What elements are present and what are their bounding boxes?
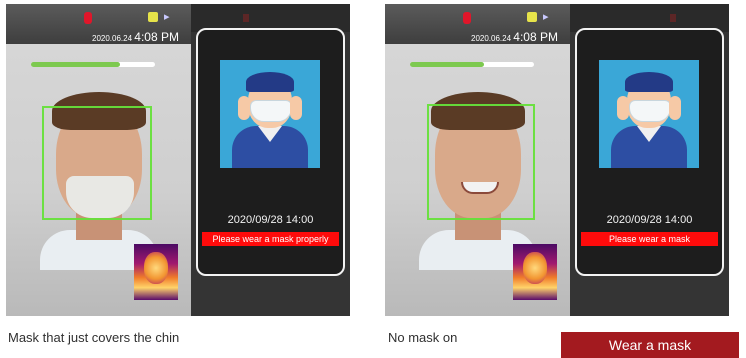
camera-view: ▸ 2020.06.24 4:08 PM — [385, 4, 570, 316]
mask-illustration — [220, 60, 320, 168]
illus-mask — [629, 100, 671, 122]
status-date: 2020.06.24 — [471, 34, 512, 43]
progress-fill — [31, 62, 121, 67]
face-detection-box — [42, 106, 152, 220]
illus-right-hand — [669, 96, 681, 120]
status-bar: ▸ 2020.06.24 4:08 PM — [385, 4, 570, 44]
illus-hair — [246, 72, 294, 92]
status-bar: ▸ 2020.06.24 4:08 PM — [6, 4, 191, 44]
mask-illustration — [599, 60, 699, 168]
illus-right-hand — [290, 96, 302, 120]
thermal-camera-preview — [513, 244, 557, 300]
caption-no-mask: No mask on — [388, 330, 458, 345]
thermal-face — [523, 252, 547, 284]
illus-left-hand — [238, 96, 250, 120]
face-detection-box — [427, 104, 535, 220]
network-icon: ▸ — [543, 11, 549, 23]
illus-mask — [250, 100, 292, 122]
caption-mask-chin: Mask that just covers the chin — [8, 330, 180, 345]
mask-alert-popup: 2020/09/28 14:00 Please wear a mask prop… — [196, 28, 345, 276]
status-datetime: 2020.06.24 4:08 PM — [471, 30, 558, 44]
sim-card-icon — [527, 12, 537, 22]
progress-fill — [410, 62, 485, 67]
illus-left-hand — [617, 96, 629, 120]
status-time: 4:08 PM — [134, 30, 179, 44]
verification-progress-bar — [31, 62, 155, 67]
device-panel-mask-chin: ▸ 2020.06.24 4:08 PM 2020/09/28 14:00 Pl… — [6, 4, 350, 316]
recording-icon — [84, 12, 92, 24]
popup-alert-message: Please wear a mask properly — [202, 232, 339, 246]
camera-view: ▸ 2020.06.24 4:08 PM — [6, 4, 191, 316]
illus-hair — [625, 72, 673, 92]
device-panel-no-mask: ▸ 2020.06.24 4:08 PM 2020/09/28 14:00 Pl… — [385, 4, 729, 316]
status-date: 2020.06.24 — [92, 34, 133, 43]
recording-icon — [463, 12, 471, 24]
thermal-face — [144, 252, 168, 284]
side-recording-icon — [670, 14, 676, 22]
status-datetime: 2020.06.24 4:08 PM — [92, 30, 179, 44]
popup-alert-message: Please wear a mask — [581, 232, 718, 246]
side-recording-icon — [243, 14, 249, 22]
mask-alert-popup: 2020/09/28 14:00 Please wear a mask — [575, 28, 724, 276]
wear-mask-badge: Wear a mask — [561, 332, 739, 358]
verification-progress-bar — [410, 62, 534, 67]
network-icon: ▸ — [164, 11, 170, 23]
popup-datetime: 2020/09/28 14:00 — [606, 214, 693, 226]
popup-datetime: 2020/09/28 14:00 — [227, 214, 314, 226]
status-time: 4:08 PM — [513, 30, 558, 44]
thermal-camera-preview — [134, 244, 178, 300]
sim-card-icon — [148, 12, 158, 22]
